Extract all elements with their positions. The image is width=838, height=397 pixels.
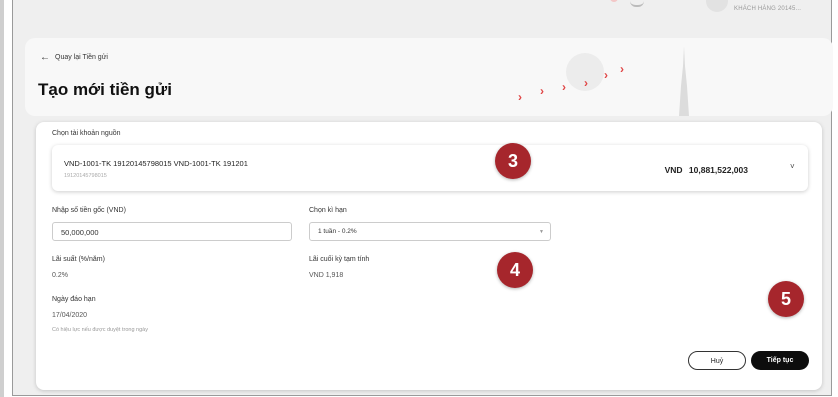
term-select[interactable]: 1 tuần - 0.2% ▼	[309, 222, 551, 241]
decor-chevron-icon: ›	[620, 62, 624, 76]
user-menu[interactable]: KHÁCH HÀNG 20145...	[706, 0, 836, 18]
page-title: Tạo mới tiền gửi	[38, 80, 172, 99]
back-link[interactable]: ← Quay lại Tiền gửi	[40, 52, 108, 63]
decor-chevron-icon: ›	[518, 90, 522, 104]
user-name: KHÁCH HÀNG 20145...	[734, 6, 802, 12]
decor-chevron-icon: ›	[562, 80, 566, 94]
principal-label: Nhập số tiền gốc (VND)	[52, 207, 126, 214]
arrow-left-icon: ←	[40, 52, 50, 63]
interest-label: Lãi cuối kỳ tạm tính	[309, 256, 370, 263]
step-badge: 3	[495, 143, 531, 179]
maturity-label: Ngày đáo hạn	[52, 296, 96, 303]
balance-currency: VND	[664, 165, 683, 175]
page-header	[25, 38, 833, 116]
term-label: Chọn kì hạn	[309, 207, 347, 214]
step-badge: 5	[768, 281, 804, 317]
maturity-value: 17/04/2020	[52, 312, 88, 319]
window-edge	[0, 0, 4, 397]
back-link-label: Quay lại Tiền gửi	[55, 54, 108, 61]
balance-amount: 10,881,522,003	[688, 165, 748, 175]
term-value: 1 tuần - 0.2%	[318, 228, 357, 235]
account-name: VND-1001-TK 19120145798015 VND-1001-TK 1…	[64, 159, 248, 168]
rate-label: Lãi suất (%/năm)	[52, 256, 105, 263]
tower-illustration	[679, 46, 689, 116]
decor-chevron-icon: ›	[604, 68, 608, 82]
account-balance: VND 10,881,522,003	[665, 165, 748, 175]
rate-value: 0.2%	[52, 272, 68, 279]
continue-button[interactable]: Tiếp tục	[751, 351, 809, 370]
decor-chevron-icon: ›	[584, 76, 588, 90]
maturity-note: Có hiệu lực nếu được duyệt trong ngày	[52, 327, 148, 333]
avatar[interactable]	[706, 0, 728, 12]
account-number: 19120145798015	[64, 173, 107, 179]
decor-chevron-icon: ›	[540, 84, 544, 98]
interest-value: VND 1,918	[309, 272, 344, 279]
step-badge: 4	[497, 252, 533, 288]
chevron-down-icon[interactable]: ˅	[790, 162, 795, 171]
chevron-down-icon: ▼	[539, 229, 544, 235]
cancel-button[interactable]: Huỷ	[688, 351, 746, 370]
source-account-label: Chọn tài khoản nguồn	[52, 130, 121, 137]
principal-input[interactable]: 50,000,000	[52, 222, 292, 241]
